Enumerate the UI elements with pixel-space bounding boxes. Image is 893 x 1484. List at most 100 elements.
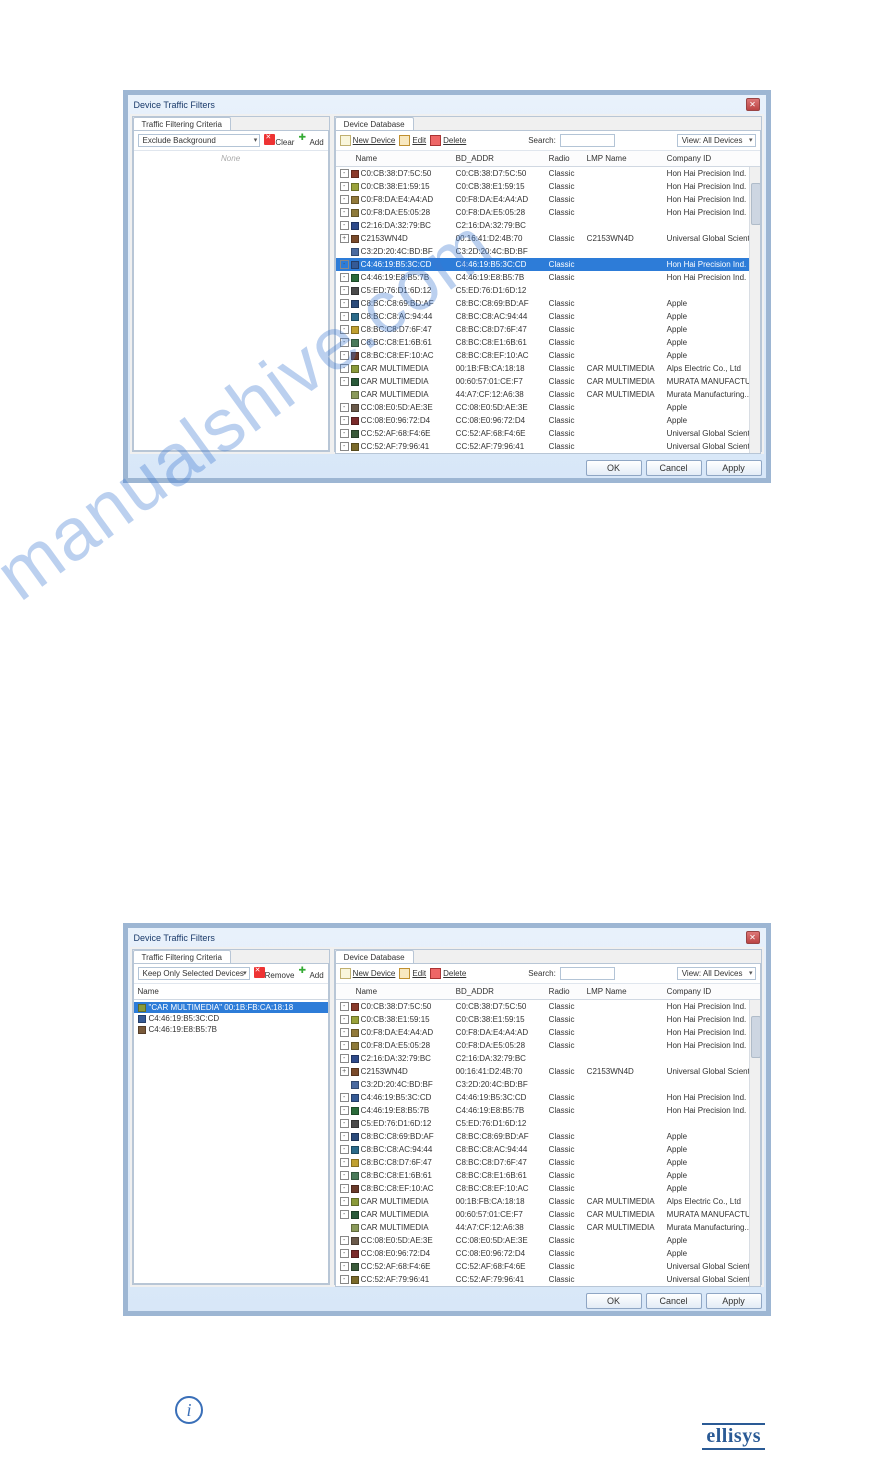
delete-button[interactable]: Delete	[430, 135, 466, 146]
ok-button[interactable]: OK	[586, 1293, 642, 1309]
table-row[interactable]: -C8:BC:C8:D7:6F:47C8:BC:C8:D7:6F:47Class…	[336, 323, 760, 336]
table-row[interactable]: +C2153WN4D00:16:41:D2:4B:70ClassicC2153W…	[336, 232, 760, 245]
table-row[interactable]: -C0:F8:DA:E4:A4:ADC0:F8:DA:E4:A4:ADClass…	[336, 193, 760, 206]
table-row[interactable]: -C4:46:19:B5:3C:CDC4:46:19:B5:3C:CDClass…	[336, 258, 760, 271]
filter-list-header[interactable]: Name	[134, 984, 328, 1000]
table-row[interactable]: -C8:BC:C8:E1:6B:61C8:BC:C8:E1:6B:61Class…	[336, 336, 760, 349]
col-bd-addr[interactable]: BD_ADDR	[454, 154, 547, 163]
table-row[interactable]: CAR MULTIMEDIA44:A7:CF:12:A6:38ClassicCA…	[336, 1221, 760, 1234]
table-row[interactable]: -C4:46:19:E8:B5:7BC4:46:19:E8:B5:7BClass…	[336, 1104, 760, 1117]
table-row[interactable]: -C8:BC:C8:AC:94:44C8:BC:C8:AC:94:44Class…	[336, 310, 760, 323]
scrollbar[interactable]	[749, 1000, 760, 1286]
table-row[interactable]: -C0:CB:38:E1:59:15C0:CB:38:E1:59:15Class…	[336, 1013, 760, 1026]
view-dropdown[interactable]: View: All Devices	[677, 967, 756, 980]
list-item[interactable]: "CAR MULTIMEDIA" 00:1B:FB:CA:18:18	[134, 1002, 328, 1013]
device-traffic-filters-dialog: Device Traffic Filters ✕ Traffic Filteri…	[123, 90, 771, 483]
edit-icon	[399, 135, 410, 146]
table-row[interactable]: -CC:52:AF:68:F4:6ECC:52:AF:68:F4:6EClass…	[336, 1260, 760, 1273]
col-lmp-name[interactable]: LMP Name	[585, 987, 665, 996]
table-row[interactable]: -C4:46:19:E8:B5:7BC4:46:19:E8:B5:7BClass…	[336, 271, 760, 284]
tab-traffic-filtering-criteria[interactable]: Traffic Filtering Criteria	[133, 950, 231, 964]
scrollbar[interactable]	[749, 167, 760, 453]
table-row[interactable]: -CC:08:E0:5D:AE:3ECC:08:E0:5D:AE:3EClass…	[336, 401, 760, 414]
filter-mode-dropdown[interactable]: Exclude Background	[138, 134, 261, 147]
table-row[interactable]: -C2:16:DA:32:79:BCC2:16:DA:32:79:BC	[336, 1052, 760, 1065]
table-row[interactable]: -C4:46:19:B5:3C:CDC4:46:19:B5:3C:CDClass…	[336, 1091, 760, 1104]
new-device-button[interactable]: New Device	[340, 135, 396, 146]
tab-device-database[interactable]: Device Database	[335, 117, 414, 131]
table-row[interactable]: -C8:BC:C8:69:BD:AFC8:BC:C8:69:BD:AFClass…	[336, 1130, 760, 1143]
col-lmp-name[interactable]: LMP Name	[585, 154, 665, 163]
dialog-title: Device Traffic Filters	[134, 933, 215, 943]
table-row[interactable]: -CC:52:AF:79:96:41CC:52:AF:79:96:41Class…	[336, 440, 760, 453]
table-row[interactable]: -C8:BC:C8:69:BD:AFC8:BC:C8:69:BD:AFClass…	[336, 297, 760, 310]
apply-button[interactable]: Apply	[706, 460, 762, 476]
clear-button[interactable]: Clear	[264, 134, 294, 147]
filter-mode-dropdown[interactable]: Keep Only Selected Devices	[138, 967, 250, 980]
close-icon[interactable]: ✕	[746, 931, 760, 944]
table-row[interactable]: -C0:CB:38:D7:5C:50C0:CB:38:D7:5C:50Class…	[336, 167, 760, 180]
table-row[interactable]: -CC:52:AF:79:96:41CC:52:AF:79:96:41Class…	[336, 1273, 760, 1286]
add-button[interactable]: Add	[298, 134, 323, 147]
device-list-header: Name BD_ADDR Radio LMP Name Company ID	[336, 151, 760, 167]
search-input[interactable]	[560, 967, 615, 980]
table-row[interactable]: CAR MULTIMEDIA44:A7:CF:12:A6:38ClassicCA…	[336, 388, 760, 401]
table-row[interactable]: -CC:08:E0:96:72:D4CC:08:E0:96:72:D4Class…	[336, 1247, 760, 1260]
col-radio[interactable]: Radio	[547, 154, 585, 163]
table-row[interactable]: -CAR MULTIMEDIA00:60:57:01:CE:F7ClassicC…	[336, 1208, 760, 1221]
list-item[interactable]: C4:46:19:E8:B5:7B	[134, 1024, 328, 1035]
col-company-id[interactable]: Company ID	[665, 987, 760, 996]
table-row[interactable]: -C8:BC:C8:EF:10:ACC8:BC:C8:EF:10:ACClass…	[336, 349, 760, 362]
add-button[interactable]: Add	[298, 967, 323, 980]
col-name[interactable]: Name	[336, 154, 454, 163]
table-row[interactable]: -CAR MULTIMEDIA00:1B:FB:CA:18:18ClassicC…	[336, 1195, 760, 1208]
list-item[interactable]: C4:46:19:B5:3C:CD	[134, 1013, 328, 1024]
add-icon	[298, 967, 309, 978]
table-row[interactable]: -C0:CB:38:D7:5C:50C0:CB:38:D7:5C:50Class…	[336, 1000, 760, 1013]
table-row[interactable]: -C8:BC:C8:E1:6B:61C8:BC:C8:E1:6B:61Class…	[336, 1169, 760, 1182]
search-input[interactable]	[560, 134, 615, 147]
close-icon[interactable]: ✕	[746, 98, 760, 111]
device-list[interactable]: -C0:CB:38:D7:5C:50C0:CB:38:D7:5C:50Class…	[336, 1000, 760, 1286]
new-device-button[interactable]: New Device	[340, 968, 396, 979]
new-icon	[340, 135, 351, 146]
delete-button[interactable]: Delete	[430, 968, 466, 979]
cancel-button[interactable]: Cancel	[646, 1293, 702, 1309]
edit-button[interactable]: Edit	[399, 968, 426, 979]
remove-button[interactable]: Remove	[254, 967, 295, 980]
edit-button[interactable]: Edit	[399, 135, 426, 146]
edit-icon	[399, 968, 410, 979]
table-row[interactable]: -C0:F8:DA:E4:A4:ADC0:F8:DA:E4:A4:ADClass…	[336, 1026, 760, 1039]
table-row[interactable]: -CC:08:E0:96:72:D4CC:08:E0:96:72:D4Class…	[336, 414, 760, 427]
col-bd-addr[interactable]: BD_ADDR	[454, 987, 547, 996]
col-name[interactable]: Name	[336, 987, 454, 996]
table-row[interactable]: -C8:BC:C8:EF:10:ACC8:BC:C8:EF:10:ACClass…	[336, 1182, 760, 1195]
tab-traffic-filtering-criteria[interactable]: Traffic Filtering Criteria	[133, 117, 231, 131]
table-row[interactable]: -C5:ED:76:D1:6D:12C5:ED:76:D1:6D:12	[336, 1117, 760, 1130]
table-row[interactable]: +C2153WN4D00:16:41:D2:4B:70ClassicC2153W…	[336, 1065, 760, 1078]
table-row[interactable]: C3:2D:20:4C:BD:BFC3:2D:20:4C:BD:BF	[336, 245, 760, 258]
table-row[interactable]: C3:2D:20:4C:BD:BFC3:2D:20:4C:BD:BF	[336, 1078, 760, 1091]
ok-button[interactable]: OK	[586, 460, 642, 476]
table-row[interactable]: -C5:ED:76:D1:6D:12C5:ED:76:D1:6D:12	[336, 284, 760, 297]
table-row[interactable]: -C2:16:DA:32:79:BCC2:16:DA:32:79:BC	[336, 219, 760, 232]
search-label: Search:	[528, 969, 556, 978]
view-dropdown[interactable]: View: All Devices	[677, 134, 756, 147]
table-row[interactable]: -C8:BC:C8:D7:6F:47C8:BC:C8:D7:6F:47Class…	[336, 1156, 760, 1169]
filter-list[interactable]: "CAR MULTIMEDIA" 00:1B:FB:CA:18:18C4:46:…	[134, 1000, 328, 1283]
table-row[interactable]: -C0:F8:DA:E5:05:28C0:F8:DA:E5:05:28Class…	[336, 1039, 760, 1052]
table-row[interactable]: -CC:52:AF:68:F4:6ECC:52:AF:68:F4:6EClass…	[336, 427, 760, 440]
col-radio[interactable]: Radio	[547, 987, 585, 996]
col-company-id[interactable]: Company ID	[665, 154, 760, 163]
table-row[interactable]: -C0:F8:DA:E5:05:28C0:F8:DA:E5:05:28Class…	[336, 206, 760, 219]
apply-button[interactable]: Apply	[706, 1293, 762, 1309]
table-row[interactable]: -CAR MULTIMEDIA00:60:57:01:CE:F7ClassicC…	[336, 375, 760, 388]
table-row[interactable]: -C0:CB:38:E1:59:15C0:CB:38:E1:59:15Class…	[336, 180, 760, 193]
cancel-button[interactable]: Cancel	[646, 460, 702, 476]
device-list[interactable]: -C0:CB:38:D7:5C:50C0:CB:38:D7:5C:50Class…	[336, 167, 760, 453]
table-row[interactable]: -C8:BC:C8:AC:94:44C8:BC:C8:AC:94:44Class…	[336, 1143, 760, 1156]
table-row[interactable]: -CC:08:E0:5D:AE:3ECC:08:E0:5D:AE:3EClass…	[336, 1234, 760, 1247]
delete-icon	[430, 135, 441, 146]
tab-device-database[interactable]: Device Database	[335, 950, 414, 964]
table-row[interactable]: -CAR MULTIMEDIA00:1B:FB:CA:18:18ClassicC…	[336, 362, 760, 375]
